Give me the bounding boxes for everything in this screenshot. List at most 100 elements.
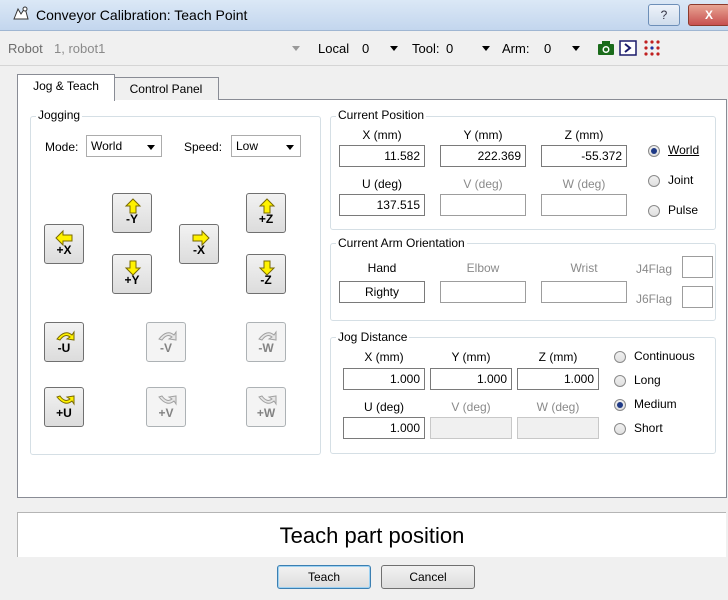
title-bar: Conveyor Calibration: Teach Point ? X xyxy=(0,0,728,31)
pulse-radio-label[interactable]: Pulse xyxy=(668,203,698,217)
y-mm-label: Y (mm) xyxy=(463,128,503,142)
instruction-panel: Teach part position xyxy=(17,512,726,557)
short-radio-label[interactable]: Short xyxy=(634,421,663,435)
jog-plus-z-button[interactable]: +Z xyxy=(246,193,286,233)
current-v-field xyxy=(440,194,526,216)
j6flag-field xyxy=(682,286,713,308)
continuous-radio[interactable] xyxy=(614,351,626,363)
long-radio[interactable] xyxy=(614,375,626,387)
elbow-label: Elbow xyxy=(466,261,500,275)
joint-radio-label[interactable]: Joint xyxy=(668,173,693,187)
hand-field: Righty xyxy=(339,281,425,303)
long-radio-label[interactable]: Long xyxy=(634,373,661,387)
jog-minus-y-button[interactable]: -Y xyxy=(112,193,152,233)
tool-value: 0 xyxy=(446,41,454,56)
chevron-down-icon xyxy=(292,46,300,51)
medium-radio-label[interactable]: Medium xyxy=(634,397,677,411)
wrist-field xyxy=(541,281,627,303)
arm-orientation-label: Current Arm Orientation xyxy=(336,236,467,250)
pulse-radio[interactable] xyxy=(648,205,660,217)
current-z-field: -55.372 xyxy=(541,145,627,167)
tool-select[interactable]: 0 xyxy=(444,37,494,59)
jog-label: +X xyxy=(56,243,72,257)
arm-value: 0 xyxy=(544,41,552,56)
instruction-text: Teach part position xyxy=(279,523,465,548)
jog-label: +Z xyxy=(258,212,274,226)
speed-value: Low xyxy=(236,139,259,153)
jog-plus-y-button[interactable]: +Y xyxy=(112,254,152,294)
chevron-down-icon xyxy=(482,46,490,51)
tool-label: Tool: xyxy=(412,41,440,56)
tab-jog-teach[interactable]: Jog & Teach xyxy=(17,74,115,101)
robot-select[interactable]: 1, robot1 xyxy=(52,37,304,59)
window-title: Conveyor Calibration: Teach Point xyxy=(36,7,248,23)
j4flag-field xyxy=(682,256,713,278)
medium-radio[interactable] xyxy=(614,399,626,411)
help-button[interactable]: ? xyxy=(648,4,680,26)
cancel-button[interactable]: Cancel xyxy=(381,565,475,589)
jog-minus-x-button[interactable]: -X xyxy=(179,224,219,264)
jog-label: +V xyxy=(158,406,174,420)
j6flag-label: J6Flag xyxy=(636,292,673,306)
current-y-field: 222.369 xyxy=(440,145,526,167)
local-select[interactable]: 0 xyxy=(358,37,404,59)
close-button[interactable]: X xyxy=(688,4,728,26)
arm-select[interactable]: 0 xyxy=(540,37,586,59)
u-deg-label: U (deg) xyxy=(361,177,402,191)
app-icon xyxy=(13,6,29,20)
wrist-label: Wrist xyxy=(570,261,598,275)
w-deg-label: W (deg) xyxy=(562,177,606,191)
dist-z-label: Z (mm) xyxy=(538,350,578,364)
dist-y-input[interactable]: 1.000 xyxy=(430,368,512,390)
local-label: Local xyxy=(318,41,350,56)
dist-x-input[interactable]: 1.000 xyxy=(343,368,425,390)
joint-radio[interactable] xyxy=(648,175,660,187)
camera-icon[interactable] xyxy=(597,39,615,57)
dist-u-label: U (deg) xyxy=(363,400,404,414)
jog-minus-z-button[interactable]: -Z xyxy=(246,254,286,294)
chevron-down-icon xyxy=(286,145,294,150)
chevron-down-icon xyxy=(390,46,398,51)
continuous-radio-label[interactable]: Continuous xyxy=(634,349,695,363)
x-mm-label: X (mm) xyxy=(362,128,402,142)
chevron-down-icon xyxy=(572,46,580,51)
robot-label: Robot xyxy=(8,41,43,56)
speed-label: Speed: xyxy=(184,140,223,154)
jog-label: -Y xyxy=(126,212,138,226)
short-radio[interactable] xyxy=(614,423,626,435)
jog-plus-w-button[interactable]: +W xyxy=(246,387,286,427)
tab-control-panel[interactable]: Control Panel xyxy=(113,77,219,100)
jog-label: -W xyxy=(258,341,274,355)
jog-label: -Z xyxy=(260,273,272,287)
dist-z-input[interactable]: 1.000 xyxy=(517,368,599,390)
elbow-field xyxy=(440,281,526,303)
jog-minus-u-button[interactable]: -U xyxy=(44,322,84,362)
command-prompt-icon[interactable] xyxy=(619,39,637,57)
speed-select[interactable]: Low xyxy=(231,135,301,157)
jog-plus-x-button[interactable]: +X xyxy=(44,224,84,264)
world-radio-label[interactable]: World xyxy=(668,143,699,157)
current-w-field xyxy=(541,194,627,216)
robot-value: 1, robot1 xyxy=(54,41,106,56)
world-radio[interactable] xyxy=(648,145,660,157)
teach-button[interactable]: Teach xyxy=(277,565,371,589)
local-value: 0 xyxy=(362,41,370,56)
dist-u-input[interactable]: 1.000 xyxy=(343,417,425,439)
arm-label: Arm: xyxy=(502,41,530,56)
jog-minus-w-button[interactable]: -W xyxy=(246,322,286,362)
jog-label: +W xyxy=(256,406,276,420)
jogging-group-label: Jogging xyxy=(36,108,83,122)
dist-v-label: V (deg) xyxy=(451,400,491,414)
jog-plus-u-button[interactable]: +U xyxy=(44,387,84,427)
jog-minus-v-button[interactable]: -V xyxy=(146,322,186,362)
mode-select[interactable]: World xyxy=(86,135,162,157)
dist-x-label: X (mm) xyxy=(364,350,404,364)
io-dots-icon[interactable] xyxy=(643,39,661,57)
dist-y-label: Y (mm) xyxy=(451,350,491,364)
jog-label: +U xyxy=(56,406,72,420)
toolbar: Robot 1, robot1 Local 0 Tool: 0 Arm: 0 xyxy=(0,31,728,66)
jog-plus-v-button[interactable]: +V xyxy=(146,387,186,427)
dist-w-input xyxy=(517,417,599,439)
current-position-label: Current Position xyxy=(336,108,427,122)
z-mm-label: Z (mm) xyxy=(564,128,604,142)
